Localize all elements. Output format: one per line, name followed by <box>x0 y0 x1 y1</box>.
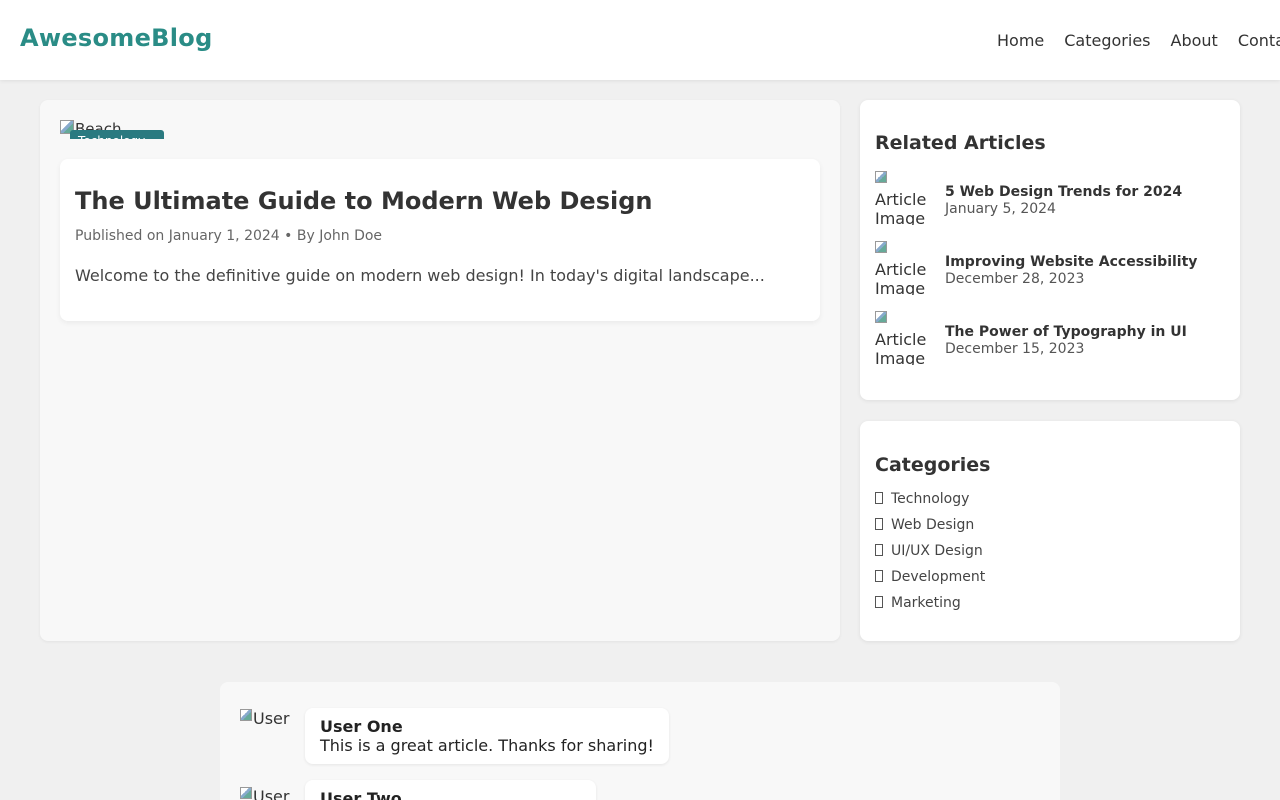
broken-image-icon <box>240 787 252 799</box>
thumbnail-alt: Article Image <box>875 260 927 295</box>
categories-title: Categories <box>875 454 991 476</box>
broken-image-icon <box>875 241 887 253</box>
related-article-date: December 28, 2023 <box>945 271 1085 287</box>
folder-icon <box>875 544 883 556</box>
article-title[interactable]: The Ultimate Guide to Modern Web Design <box>75 187 652 215</box>
comment-author: User Two <box>320 789 402 800</box>
related-article-title[interactable]: The Power of Typography in UI <box>945 324 1187 340</box>
site-logo[interactable]: AwesomeBlog <box>20 24 213 52</box>
related-articles-title: Related Articles <box>875 132 1046 154</box>
category-item-marketing[interactable]: Marketing <box>875 594 985 620</box>
avatar-alt: User <box>253 787 290 800</box>
nav-categories-link[interactable]: Categories <box>1064 31 1150 50</box>
category-item-web-design[interactable]: Web Design <box>875 516 985 542</box>
article-panel: Beach Technology The Ultimate Guide to M… <box>40 100 840 641</box>
article-card: The Ultimate Guide to Modern Web Design … <box>60 159 820 321</box>
article-thumbnail: Article Image <box>875 311 935 365</box>
category-label: Web Design <box>891 517 975 533</box>
categories-list: Technology Web Design UI/UX Design Devel… <box>875 490 985 620</box>
nav-about-link[interactable]: About <box>1171 31 1218 50</box>
main-nav: Home Categories About Contact <box>997 31 1280 50</box>
article-meta: Published on January 1, 2024 • By John D… <box>75 228 383 244</box>
avatar: User <box>240 787 290 800</box>
comment-bubble: User One This is a great article. Thanks… <box>305 708 669 764</box>
related-article-title[interactable]: 5 Web Design Trends for 2024 <box>945 184 1182 200</box>
folder-icon <box>875 518 883 530</box>
related-articles-card: Related Articles Article Image 5 Web Des… <box>860 100 1240 400</box>
category-label: Marketing <box>891 595 961 611</box>
comment-author: User One <box>320 717 403 736</box>
folder-icon <box>875 570 883 582</box>
broken-image-icon <box>240 709 252 721</box>
comment-bubble: User Two <box>305 780 596 800</box>
broken-image-icon <box>875 171 887 183</box>
category-item-development[interactable]: Development <box>875 568 985 594</box>
broken-image-icon <box>875 311 887 323</box>
related-article-item[interactable]: Article Image Improving Website Accessib… <box>875 241 1225 295</box>
comments-section: User User One This is a great article. T… <box>220 682 1060 800</box>
category-item-ui-ux-design[interactable]: UI/UX Design <box>875 542 985 568</box>
hero-image: Beach Technology <box>60 120 164 139</box>
avatar-alt: User <box>253 709 290 728</box>
nav-home-link[interactable]: Home <box>997 31 1044 50</box>
article-thumbnail: Article Image <box>875 241 935 295</box>
category-item-technology[interactable]: Technology <box>875 490 985 516</box>
thumbnail-alt: Article Image <box>875 190 927 225</box>
category-badge[interactable]: Technology <box>70 130 164 139</box>
related-article-item[interactable]: Article Image The Power of Typography in… <box>875 311 1225 365</box>
category-label: UI/UX Design <box>891 543 983 559</box>
related-article-date: December 15, 2023 <box>945 341 1085 357</box>
folder-icon <box>875 492 883 504</box>
related-article-title[interactable]: Improving Website Accessibility <box>945 254 1197 270</box>
avatar: User <box>240 709 290 759</box>
category-label: Technology <box>891 491 970 507</box>
categories-card: Categories Technology Web Design UI/UX D… <box>860 421 1240 641</box>
category-label: Development <box>891 569 986 585</box>
folder-icon <box>875 596 883 608</box>
nav-contact-link[interactable]: Contact <box>1238 31 1280 50</box>
related-article-item[interactable]: Article Image 5 Web Design Trends for 20… <box>875 171 1225 225</box>
article-thumbnail: Article Image <box>875 171 935 225</box>
site-header: AwesomeBlog Home Categories About Contact <box>0 0 1280 80</box>
related-article-date: January 5, 2024 <box>945 201 1056 217</box>
article-excerpt: Welcome to the definitive guide on moder… <box>75 266 765 285</box>
comment-text: This is a great article. Thanks for shar… <box>320 736 654 755</box>
thumbnail-alt: Article Image <box>875 330 927 365</box>
